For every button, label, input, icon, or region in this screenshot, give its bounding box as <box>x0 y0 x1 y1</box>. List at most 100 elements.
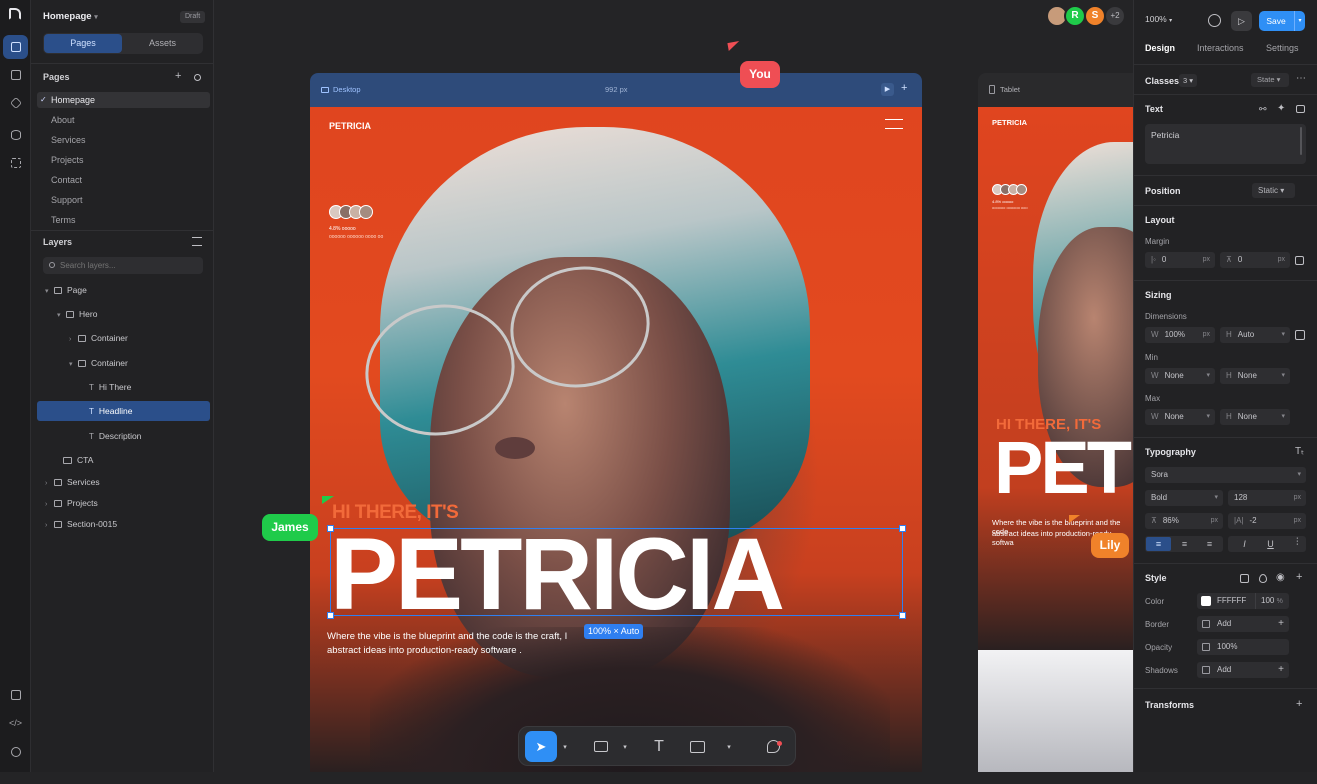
layer-projects[interactable]: › Projects <box>37 493 210 513</box>
more-options-icon[interactable]: ⋯ <box>1296 73 1306 84</box>
tab-settings[interactable]: Settings <box>1266 43 1299 53</box>
width-field[interactable]: W 100% px <box>1145 327 1215 343</box>
text-tool-icon[interactable]: T <box>645 731 673 762</box>
classes-count[interactable]: 3 ▾ <box>1179 74 1198 87</box>
page-item-homepage[interactable]: ✓ Homepage <box>37 92 210 108</box>
database-icon[interactable] <box>3 123 28 147</box>
history-icon[interactable] <box>1208 14 1221 27</box>
text-content-input[interactable]: Petricia <box>1145 124 1306 164</box>
min-height-field[interactable]: H None ▾ <box>1220 368 1290 384</box>
min-width-field[interactable]: W None ▾ <box>1145 368 1215 384</box>
chevron-down-icon[interactable]: ▾ <box>560 731 570 762</box>
select-tool-icon[interactable]: ➤ <box>525 731 557 762</box>
components-icon[interactable] <box>3 151 28 175</box>
preview-play-icon[interactable]: ▷ <box>1231 11 1252 31</box>
preview-play-icon[interactable]: ▶ <box>881 83 894 96</box>
aspect-ratio-icon[interactable] <box>1295 330 1305 340</box>
tab-pages[interactable]: Pages <box>44 34 122 53</box>
add-icon[interactable] <box>3 63 28 87</box>
resize-handle[interactable] <box>327 612 334 619</box>
save-button[interactable]: Save <box>1259 11 1293 31</box>
letter-spacing-field[interactable]: |A| -2 px <box>1228 513 1306 529</box>
chevron-down-icon[interactable]: ▾ <box>1294 11 1305 31</box>
add-icon[interactable]: + <box>1278 662 1284 678</box>
max-width-field[interactable]: W None ▾ <box>1145 409 1215 425</box>
eye-icon[interactable]: ◉ <box>1276 572 1285 583</box>
chevron-down-icon[interactable]: ▾ <box>724 731 734 762</box>
search-icon[interactable] <box>194 74 201 81</box>
zoom-dropdown[interactable]: 100% ▾ <box>1145 14 1172 24</box>
layer-services[interactable]: › Services <box>37 472 210 492</box>
page-item-projects[interactable]: Projects <box>37 152 210 168</box>
hamburger-menu-icon[interactable] <box>885 119 903 129</box>
chevron-down-icon[interactable]: ▾ <box>620 731 630 762</box>
underline-icon[interactable]: U <box>1258 537 1283 551</box>
tab-assets[interactable]: Assets <box>123 34 202 53</box>
tab-design[interactable]: Design <box>1145 43 1175 53</box>
text-options-icon[interactable]: ⫶ <box>1296 537 1299 548</box>
layer-page[interactable]: ▾ Page <box>37 280 210 300</box>
image-tool-icon[interactable] <box>683 731 711 762</box>
layer-hi-there[interactable]: T Hi There <box>37 377 210 397</box>
canvas[interactable]: Desktop 992 px ▶ + PETRICIA 4.8% ooooo o… <box>214 0 1133 772</box>
tablet-frame[interactable]: Tablet PETRICIA 4.8% ooooo oooooo oooooo… <box>978 73 1133 772</box>
sparkle-icon[interactable]: ✦ <box>1277 103 1285 114</box>
page-item-support[interactable]: Support <box>37 192 210 208</box>
page-item-terms[interactable]: Terms <box>37 212 210 228</box>
height-field[interactable]: H Auto ▾ <box>1220 327 1290 343</box>
code-icon[interactable]: </> <box>3 711 28 735</box>
scrollbar[interactable] <box>1300 127 1302 155</box>
font-family-dropdown[interactable]: Sora ▾ <box>1145 467 1306 483</box>
line-height-field[interactable]: ⊼ 86% px <box>1145 513 1223 529</box>
layer-section-0015[interactable]: › Section-0015 <box>37 514 210 534</box>
layer-container[interactable]: ▾ Container <box>37 353 210 373</box>
add-page-icon[interactable]: + <box>175 71 181 82</box>
max-height-field[interactable]: H None ▾ <box>1220 409 1290 425</box>
search-layers-field[interactable] <box>43 257 203 274</box>
color-opacity[interactable]: 100 % <box>1255 593 1283 609</box>
position-dropdown[interactable]: Static ▾ <box>1252 183 1295 198</box>
help-icon[interactable] <box>3 740 28 764</box>
color-field[interactable]: FFFFFF 100 % <box>1197 593 1289 609</box>
shadows-add-field[interactable]: Add + <box>1197 662 1289 678</box>
link-icon[interactable]: ⚯ <box>1259 104 1267 115</box>
font-weight-dropdown[interactable]: Bold ▾ <box>1145 490 1223 506</box>
search-layers-input[interactable] <box>60 258 198 273</box>
add-breakpoint-icon[interactable]: + <box>901 82 907 94</box>
rectangle-tool-icon[interactable] <box>587 731 615 762</box>
text-style-icon[interactable]: Tₜ <box>1295 446 1304 457</box>
database-icon[interactable] <box>1296 105 1305 113</box>
fill-drop-icon[interactable] <box>1259 574 1267 583</box>
selection-box[interactable] <box>327 525 906 619</box>
page-item-services[interactable]: Services <box>37 132 210 148</box>
add-transform-icon[interactable]: + <box>1296 698 1302 710</box>
page-name-dropdown[interactable]: Homepage ▾ <box>43 11 98 22</box>
layer-description[interactable]: T Description <box>37 426 210 446</box>
page-item-about[interactable]: About <box>37 112 210 128</box>
margin-expand-icon[interactable] <box>1295 256 1304 265</box>
page-item-contact[interactable]: Contact <box>37 172 210 188</box>
margin-horizontal-field[interactable]: |◦ 0 px <box>1145 252 1215 268</box>
border-add-field[interactable]: Add + <box>1197 616 1289 632</box>
pages-icon[interactable] <box>3 35 28 59</box>
opacity-field[interactable]: 100% <box>1197 639 1289 655</box>
layout-icon[interactable] <box>3 683 28 707</box>
collaborator-avatars[interactable]: R S +2 <box>1046 5 1128 27</box>
margin-vertical-field[interactable]: ⊼ 0 px <box>1220 252 1290 268</box>
layer-container[interactable]: › Container <box>37 328 210 348</box>
style-preset-icon[interactable] <box>1240 574 1249 583</box>
italic-icon[interactable]: I <box>1232 537 1257 551</box>
desktop-frame[interactable]: Desktop 992 px ▶ + PETRICIA 4.8% ooooo o… <box>310 73 922 772</box>
font-size-field[interactable]: 128 px <box>1228 490 1306 506</box>
cube-icon[interactable] <box>3 91 28 115</box>
layer-cta[interactable]: CTA <box>37 450 210 470</box>
add-icon[interactable]: + <box>1278 616 1284 632</box>
color-swatch[interactable] <box>1201 596 1211 606</box>
align-right-icon[interactable]: ≡ <box>1197 537 1222 551</box>
resize-handle[interactable] <box>327 525 334 532</box>
align-center-icon[interactable]: ≡ <box>1172 537 1197 551</box>
comment-tool-icon[interactable] <box>759 731 787 762</box>
resize-handle[interactable] <box>899 525 906 532</box>
resize-handle[interactable] <box>899 612 906 619</box>
state-dropdown[interactable]: State ▾ <box>1251 73 1289 87</box>
